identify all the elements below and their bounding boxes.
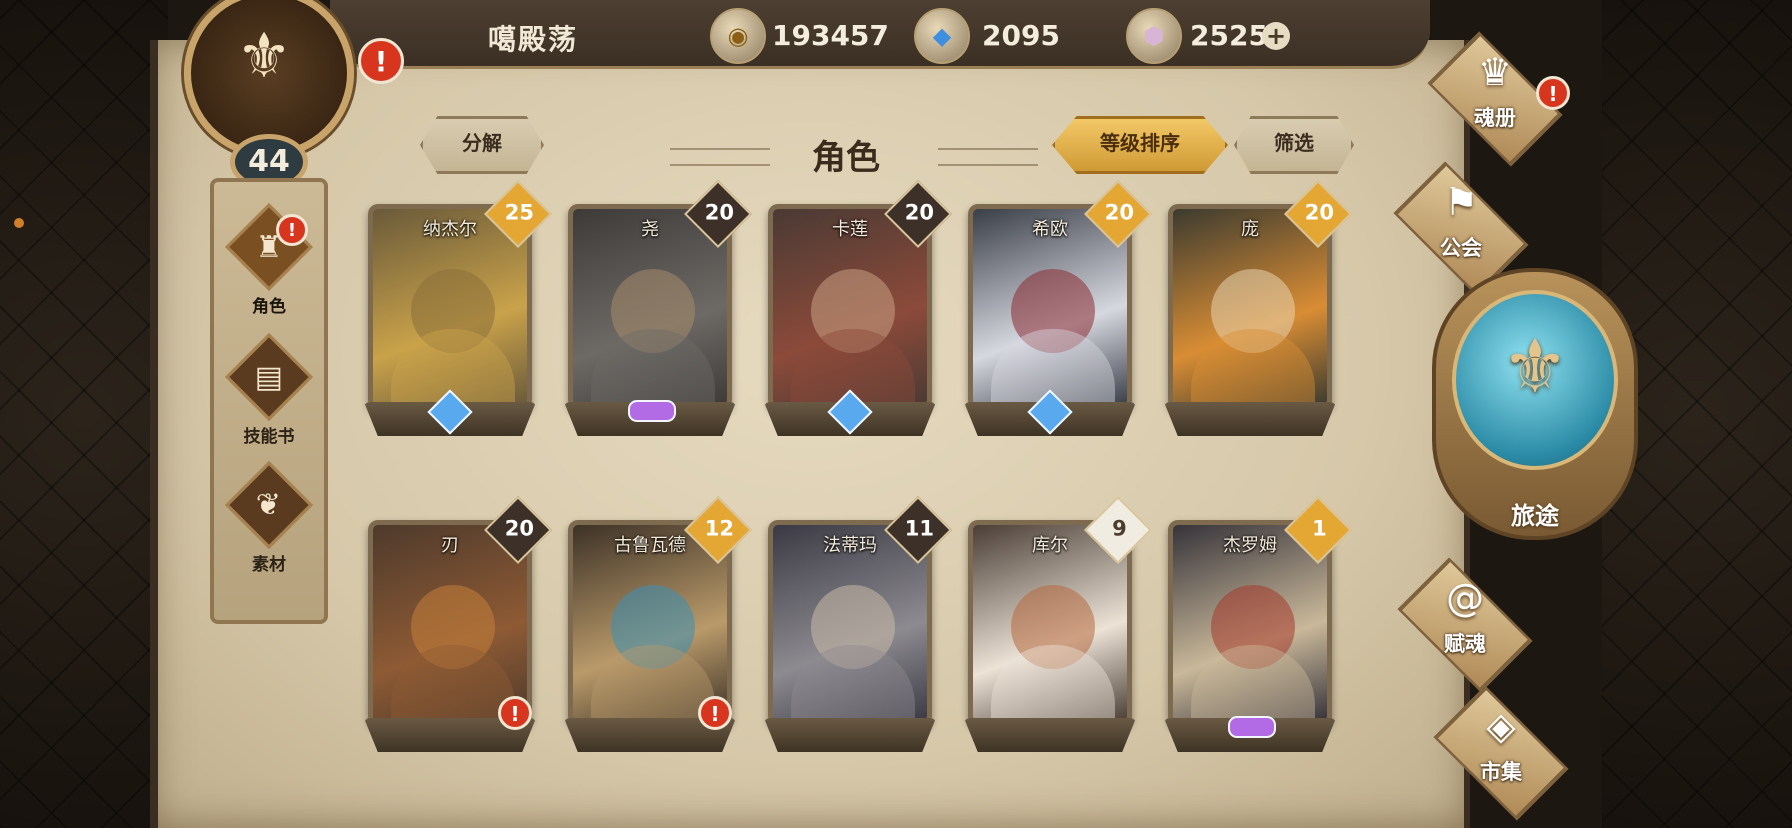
level-value: 20 bbox=[1304, 200, 1335, 225]
character-card[interactable]: 纳杰尔 25 bbox=[364, 180, 552, 436]
rarity-gem-icon bbox=[1228, 716, 1276, 738]
character-card[interactable]: 尧 20 bbox=[564, 180, 752, 436]
soul-infuse-label: 赋魂 bbox=[1444, 632, 1486, 656]
soul-book-label: 魂册 bbox=[1474, 106, 1516, 130]
left-nav: ♜ 角色 ▤ 技能书 ❦ 素材 bbox=[210, 178, 328, 624]
market-button[interactable]: ◈ 市集 bbox=[1433, 685, 1569, 821]
title-flourish-left bbox=[670, 148, 770, 166]
gem-count: 2525 bbox=[1190, 19, 1268, 52]
character-card[interactable]: 库尔 9 bbox=[964, 496, 1152, 752]
background-pattern-left bbox=[0, 0, 168, 828]
portrait-body bbox=[391, 645, 515, 721]
swirl-icon: @ bbox=[1446, 576, 1484, 620]
portrait-body bbox=[591, 329, 715, 405]
level-value: 20 bbox=[504, 516, 535, 541]
coin-icon: ◉ bbox=[710, 8, 766, 64]
trident-crest-icon: ⚜ bbox=[1501, 324, 1569, 410]
nav-item-label: 素材 bbox=[252, 555, 286, 575]
character-card[interactable]: 法蒂玛 11 bbox=[764, 496, 952, 752]
character-card[interactable]: 庞 20 bbox=[1164, 180, 1352, 436]
level-value: 1 bbox=[1312, 516, 1327, 541]
nav-item-skill-books[interactable]: ▤ 技能书 bbox=[214, 333, 324, 447]
character-alert-icon: ! bbox=[698, 696, 732, 730]
journey-label: 旅途 bbox=[1511, 502, 1559, 530]
soul-book-alert-icon: ! bbox=[1536, 76, 1570, 110]
coin-count: 193457 bbox=[772, 19, 889, 52]
nav-item-materials[interactable]: ❦ 素材 bbox=[214, 461, 324, 575]
crystal-icon: ◆ bbox=[914, 8, 970, 64]
level-value: 12 bbox=[704, 516, 735, 541]
card-base bbox=[1164, 402, 1336, 436]
nav-item-label: 角色 bbox=[252, 297, 286, 317]
character-card[interactable]: 古鲁瓦德 12! bbox=[564, 496, 752, 752]
level-value: 11 bbox=[904, 516, 935, 541]
add-gems-button[interactable]: + bbox=[1262, 22, 1290, 50]
emblem-alert-icon: ! bbox=[358, 38, 404, 84]
portrait-body bbox=[1191, 329, 1315, 405]
character-alert-icon: ! bbox=[498, 696, 532, 730]
character-card[interactable]: 刃 20! bbox=[364, 496, 552, 752]
guild-label: 公会 bbox=[1440, 236, 1482, 260]
player-emblem[interactable]: ⚜ 44 bbox=[162, 0, 362, 190]
gem-icon: ⬢ bbox=[1126, 8, 1182, 64]
level-value: 20 bbox=[1104, 200, 1135, 225]
filter-button[interactable]: 筛选 bbox=[1234, 116, 1354, 174]
sort-by-level-button[interactable]: 等级排序 bbox=[1052, 116, 1228, 174]
character-card[interactable]: 希欧 20 bbox=[964, 180, 1152, 436]
level-value: 20 bbox=[704, 200, 735, 225]
card-base bbox=[964, 718, 1136, 752]
journey-button[interactable]: ⚜ 旅途 bbox=[1432, 268, 1638, 540]
player-name: 噶殿荡 bbox=[488, 23, 579, 56]
portrait-body bbox=[591, 645, 715, 721]
character-card[interactable]: 卡莲 20 bbox=[764, 180, 952, 436]
level-value: 9 bbox=[1112, 516, 1127, 541]
material-icon: ❦ bbox=[256, 487, 282, 523]
page-title: 角色 bbox=[812, 138, 880, 178]
crystal-count: 2095 bbox=[982, 19, 1060, 52]
portrait-body bbox=[791, 645, 915, 721]
nav-item-label: 技能书 bbox=[243, 427, 295, 447]
level-value: 25 bbox=[504, 200, 535, 225]
soul-infuse-button[interactable]: @ 赋魂 bbox=[1397, 557, 1533, 693]
title-flourish-right bbox=[938, 148, 1038, 166]
portrait-body bbox=[1191, 645, 1315, 721]
character-card[interactable]: 杰罗姆 1 bbox=[1164, 496, 1352, 752]
decompose-button[interactable]: 分解 bbox=[420, 116, 544, 174]
guild-banner-icon: ⚑ bbox=[1443, 180, 1479, 224]
rarity-gem-icon bbox=[628, 400, 676, 422]
portrait-body bbox=[991, 645, 1115, 721]
card-base bbox=[764, 718, 936, 752]
nav-alert-icon: ! bbox=[276, 214, 308, 246]
indicator-dot bbox=[14, 218, 24, 228]
level-value: 20 bbox=[904, 200, 935, 225]
market-label: 市集 bbox=[1480, 760, 1522, 784]
skill-book-icon: ▤ bbox=[254, 359, 284, 395]
trident-crest-icon: ⚜ bbox=[236, 19, 292, 92]
diamond-gem-icon: ◈ bbox=[1486, 704, 1516, 748]
